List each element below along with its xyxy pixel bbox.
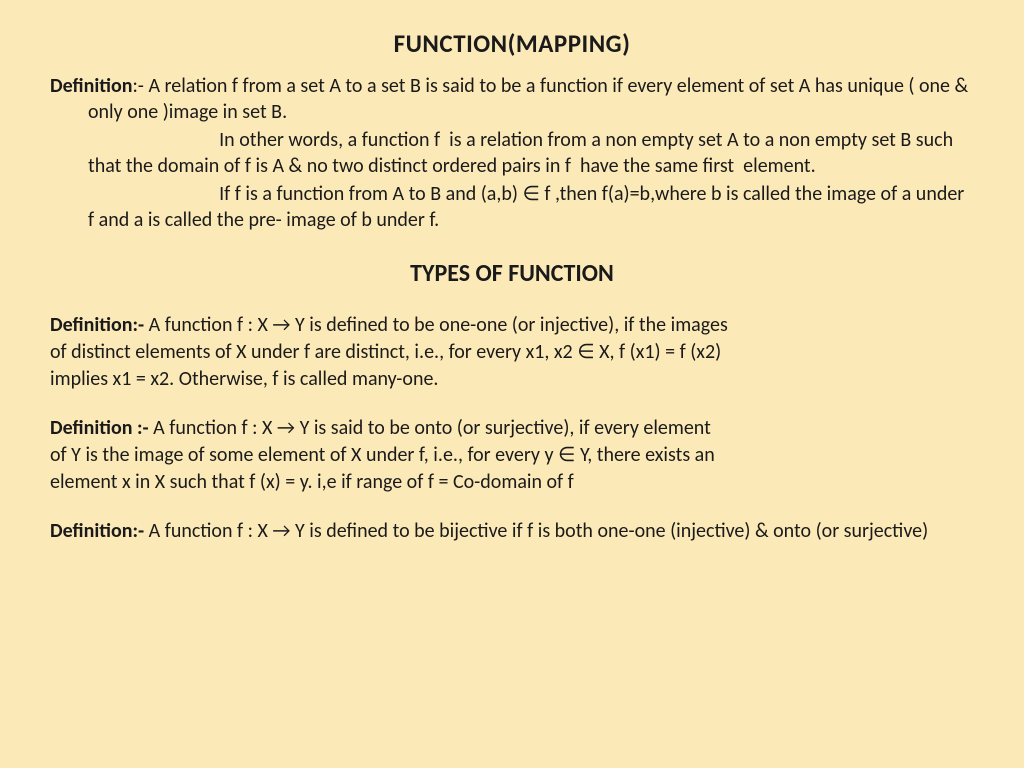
injective-line3: implies x1 = x2. Otherwise, f is called … (50, 366, 974, 392)
definition-text-3: If f is a function from A to B and (a,b)… (50, 181, 974, 233)
subtitle: TYPES OF FUNCTION (50, 259, 974, 288)
injective-line1: A function f : X → Y is defined to be on… (144, 313, 728, 337)
injective-label: Definition:- (50, 313, 144, 337)
definition-text-1: :- A relation f from a set A to a set B … (88, 74, 968, 124)
bijective-line1: A function f : X → Y is defined to be bi… (144, 519, 928, 543)
surjective-def: Definition :- A function f : X → Y is sa… (50, 415, 974, 441)
bijective-label: Definition:- (50, 519, 144, 543)
surjective-line3: element x in X such that f (x) = y. i,e … (50, 469, 974, 495)
definition-text-2: In other words, a function f is a relati… (50, 127, 974, 179)
injective-def: Definition:- A function f : X → Y is def… (50, 312, 974, 338)
surjective-line1: A function f : X → Y is said to be onto … (149, 416, 711, 440)
surjective-label: Definition :- (50, 416, 149, 440)
definition-main: Definition:- A relation f from a set A t… (50, 73, 974, 125)
slide-title: FUNCTION(MAPPING) (50, 28, 974, 59)
definition-label: Definition (50, 74, 132, 98)
surjective-line2: of Y is the image of some element of X u… (50, 442, 974, 468)
bijective-def: Definition:- A function f : X → Y is def… (50, 518, 974, 544)
injective-line2: of distinct elements of X under f are di… (50, 339, 974, 365)
